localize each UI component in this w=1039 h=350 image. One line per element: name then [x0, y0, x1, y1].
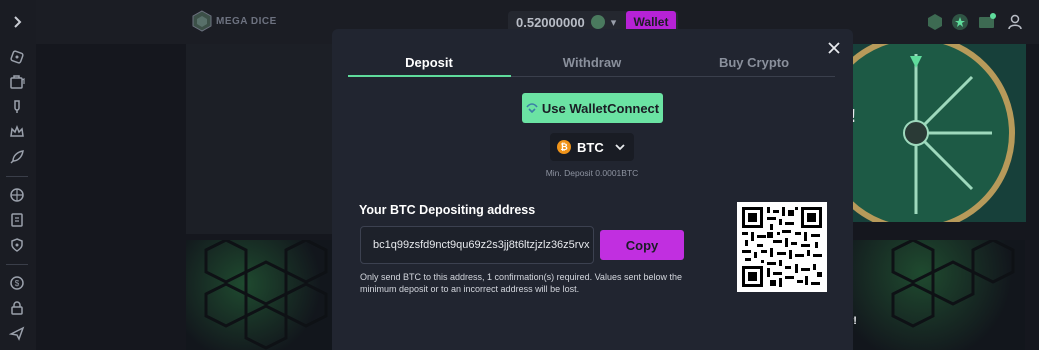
- dollar-icon[interactable]: $: [8, 274, 26, 292]
- lock-icon[interactable]: [8, 299, 26, 317]
- chevron-down-icon[interactable]: ▾: [611, 16, 617, 29]
- messages-icon[interactable]: [978, 13, 996, 31]
- cocktail-icon[interactable]: [8, 98, 26, 116]
- svg-text:$: $: [15, 279, 20, 288]
- address-title: Your BTC Depositing address: [359, 203, 536, 217]
- deposit-warning-text: Only send BTC to this address, 1 confirm…: [360, 272, 682, 294]
- bitcoin-mini-icon: [590, 15, 605, 29]
- star-badge-icon[interactable]: [951, 13, 969, 31]
- tab-deposit[interactable]: Deposit: [348, 55, 510, 70]
- background-hex-panel-right: r!: [853, 240, 1025, 350]
- balance-amount: 0.52000000: [516, 14, 585, 30]
- slots-icon[interactable]: [8, 73, 26, 91]
- user-icon[interactable]: [1006, 13, 1024, 31]
- chevron-down-icon: [615, 144, 625, 151]
- rocket-icon[interactable]: [8, 148, 26, 166]
- sidebar: $: [0, 0, 36, 350]
- tab-withdraw[interactable]: Withdraw: [511, 55, 673, 70]
- tab-buy-crypto[interactable]: Buy Crypto: [673, 55, 835, 70]
- logo-hex-icon: [192, 10, 212, 32]
- casino-chip-icon[interactable]: [8, 48, 26, 66]
- walletconnect-button[interactable]: Use WalletConnect: [522, 93, 663, 123]
- close-icon[interactable]: [826, 40, 842, 56]
- shield-icon[interactable]: [8, 236, 26, 254]
- coin-label: BTC: [577, 139, 604, 155]
- background-wheel-banner: !: [852, 44, 1026, 222]
- sidebar-divider: [6, 264, 28, 265]
- modal-tabs: Deposit Withdraw Buy Crypto: [348, 49, 835, 77]
- coin-selector[interactable]: ₿ BTC: [550, 133, 634, 161]
- crown-icon[interactable]: [8, 123, 26, 141]
- qr-code: [737, 202, 827, 292]
- deposit-modal: Deposit Withdraw Buy Crypto Use WalletCo…: [332, 29, 853, 350]
- rewards-icon[interactable]: [926, 13, 944, 31]
- deposit-address-value: bc1q99zsfd9nct9qu69z2s3jj8t6ltzjzlz36z5r…: [373, 239, 590, 251]
- blog-icon[interactable]: [8, 211, 26, 229]
- plane-icon[interactable]: [8, 324, 26, 342]
- background-banner-left: [186, 44, 332, 234]
- logo-text: MEGA DICE: [216, 15, 277, 27]
- basketball-icon[interactable]: [8, 186, 26, 204]
- min-deposit-text: Min. Deposit 0.0001BTC: [545, 168, 639, 178]
- walletconnect-label: Use WalletConnect: [541, 100, 660, 116]
- bitcoin-icon: ₿: [557, 140, 571, 154]
- copy-button[interactable]: Copy: [600, 230, 684, 260]
- deposit-address-field[interactable]: bc1q99zsfd9nct9qu69z2s3jj8t6ltzjzlz36z5r…: [360, 226, 594, 264]
- logo[interactable]: MEGA DICE: [192, 10, 277, 32]
- active-tab-indicator: [348, 75, 511, 77]
- sidebar-divider: [6, 176, 28, 177]
- banner-partial-text: r!: [853, 315, 857, 327]
- chevron-right-icon[interactable]: [8, 13, 26, 31]
- background-hex-panel-left: [186, 240, 332, 350]
- walletconnect-icon: [526, 103, 538, 113]
